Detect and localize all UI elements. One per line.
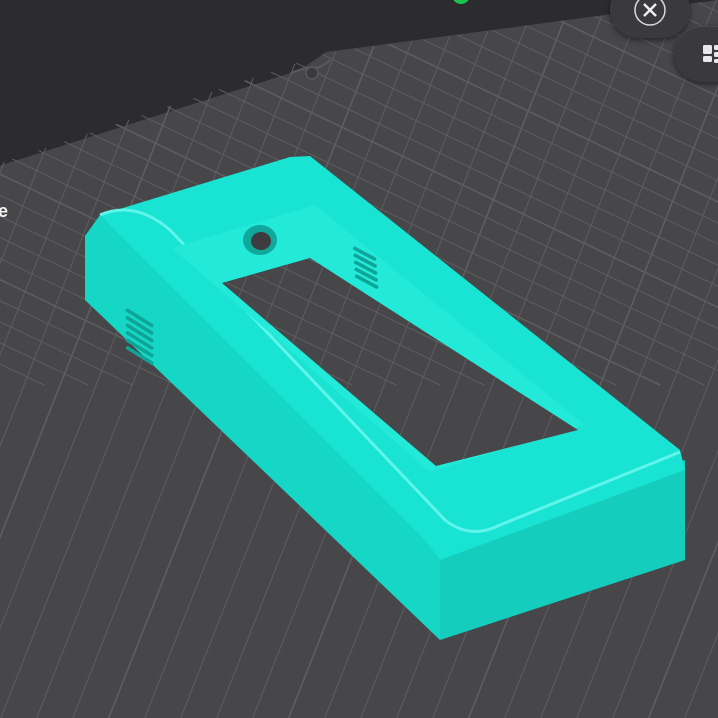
build-plate-scene[interactable] (0, 0, 718, 718)
panel-label-fragment: e (0, 201, 9, 221)
plate-screw (305, 66, 319, 80)
close-button[interactable] (610, 0, 690, 38)
3d-viewport[interactable]: e (0, 0, 718, 718)
arrange-icon (703, 45, 718, 63)
close-icon (634, 0, 666, 26)
model-screw-hole (243, 225, 277, 255)
